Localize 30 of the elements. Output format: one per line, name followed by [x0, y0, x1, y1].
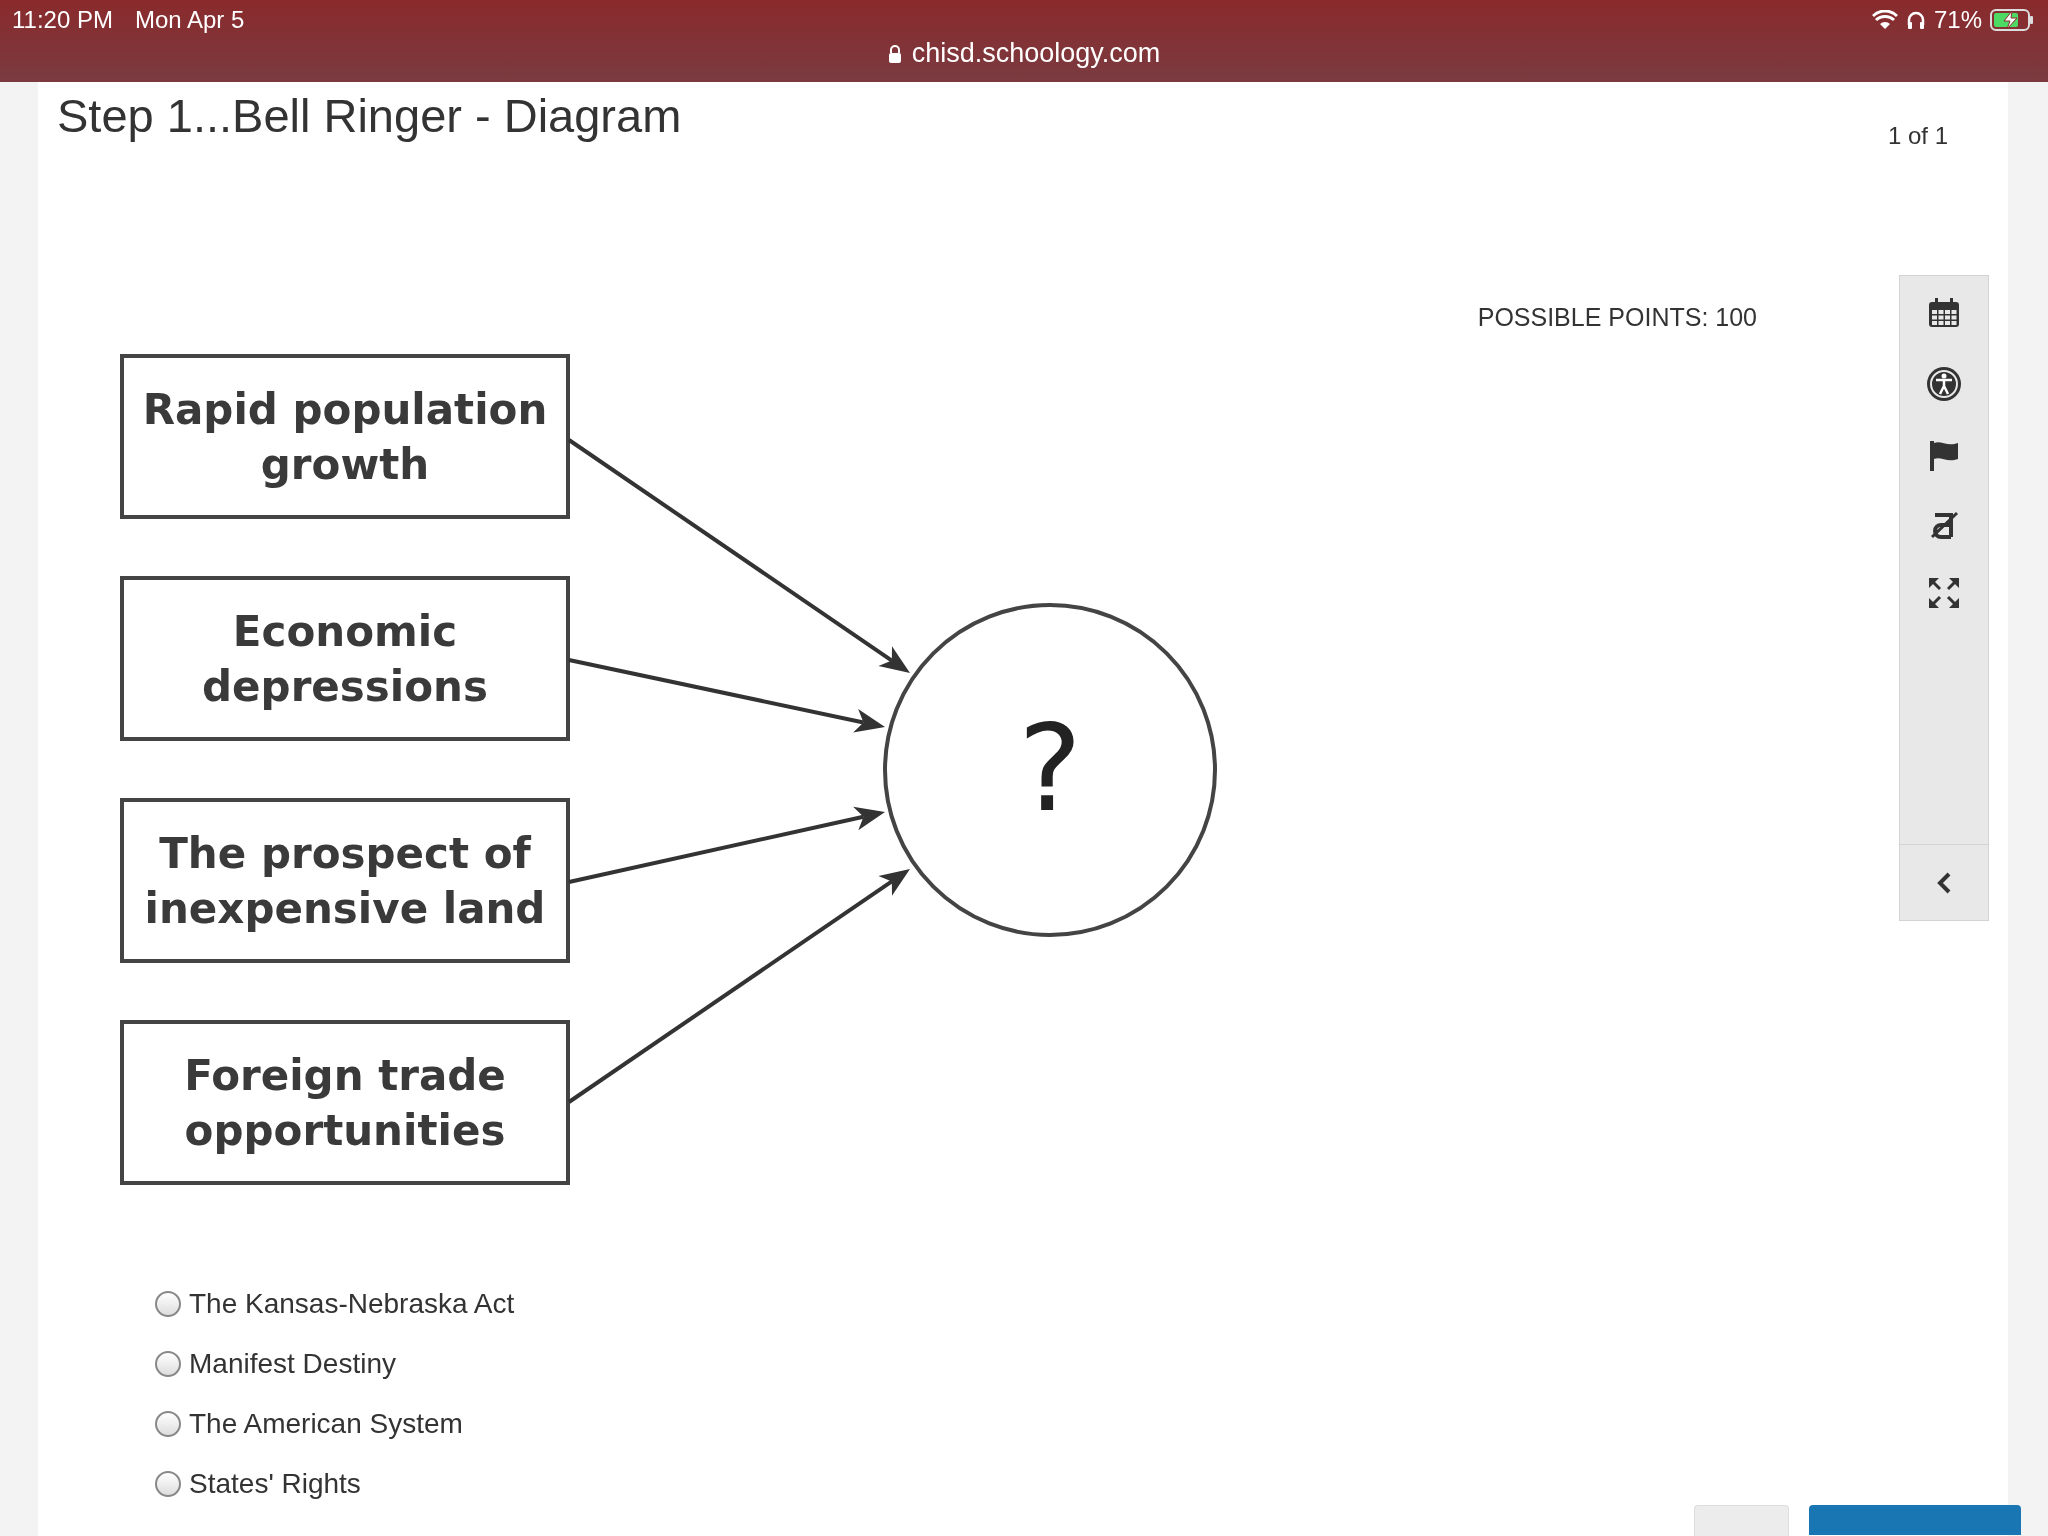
battery-charging-icon — [1990, 9, 2034, 31]
possible-points: POSSIBLE POINTS: 100 — [1477, 303, 1757, 332]
accessibility-icon[interactable] — [1926, 366, 1962, 402]
answer-option[interactable]: The American System — [155, 1408, 463, 1440]
answer-option[interactable]: States' Rights — [155, 1468, 361, 1500]
strikethrough-a-icon[interactable] — [1929, 510, 1959, 540]
effect-circle: ? — [883, 603, 1217, 937]
status-date: Mon Apr 5 — [134, 6, 245, 34]
wifi-icon — [1871, 10, 1898, 30]
cause-box: Rapid population growth — [120, 354, 570, 519]
answer-option[interactable]: The Kansas-Nebraska Act — [155, 1288, 515, 1320]
page-count: 1 of 1 — [1887, 122, 1948, 150]
status-time: 11:20 PM — [12, 6, 113, 34]
radio-button[interactable] — [155, 1411, 181, 1437]
chevron-left-icon[interactable] — [1936, 871, 1952, 894]
lock-icon — [887, 44, 902, 63]
radio-button[interactable] — [155, 1471, 181, 1497]
page-title: Step 1...Bell Ringer - Diagram — [57, 88, 682, 143]
headphones-icon — [1905, 10, 1926, 30]
expand-icon[interactable] — [1929, 578, 1959, 608]
cause-box: Foreign trade opportunities — [120, 1020, 570, 1185]
cause-box: The prospect of inexpensive land — [120, 798, 570, 963]
radio-button[interactable] — [155, 1351, 181, 1377]
battery-percent: 71% — [1933, 6, 1982, 34]
url-text[interactable]: chisd.schoology.com — [911, 38, 1161, 69]
cause-box: Economic depressions — [120, 576, 570, 741]
answer-option[interactable]: Manifest Destiny — [155, 1348, 396, 1380]
calendar-icon[interactable] — [1928, 298, 1960, 328]
radio-button[interactable] — [155, 1291, 181, 1317]
flag-icon[interactable] — [1929, 440, 1959, 472]
